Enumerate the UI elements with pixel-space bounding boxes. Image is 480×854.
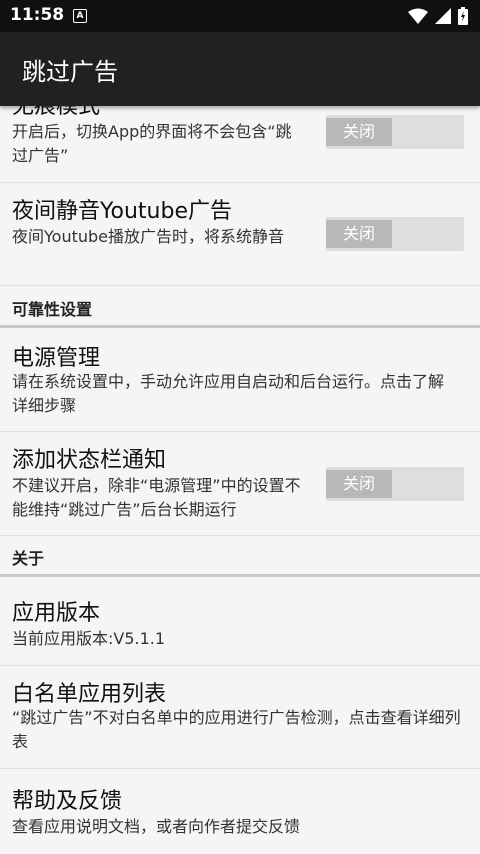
setting-desc: “跳过广告”不对白名单中的应用进行广告检测，点击查看详细列表	[12, 708, 461, 751]
setting-desc: 夜间Youtube播放广告时，将系统静音	[12, 227, 284, 246]
wifi-icon	[408, 8, 428, 24]
status-icons	[408, 7, 468, 25]
section-header-reliability: 可靠性设置	[12, 300, 93, 319]
status-bar: 11:58 A	[0, 0, 480, 32]
setting-title: 添加状态栏通知	[12, 448, 167, 473]
setting-title: 帮助及反馈	[12, 789, 123, 814]
setting-desc: 当前应用版本:V5.1.1	[12, 629, 166, 648]
setting-row-mute-youtube[interactable]: 夜间静音Youtube广告 夜间Youtube播放广告时，将系统静音 关闭	[0, 183, 480, 286]
status-notification-toggle[interactable]: 关闭	[326, 467, 464, 501]
app-title: 跳过广告	[22, 58, 118, 86]
setting-title: 无痕模式	[12, 106, 101, 119]
setting-title: 应用版本	[12, 601, 101, 626]
setting-row-incognito[interactable]: 无痕模式 开启后，切换App的界面将不会包含“跳过广告” 关闭	[0, 106, 480, 183]
signal-icon	[435, 8, 451, 24]
setting-row-app-version[interactable]: 应用版本 当前应用版本:V5.1.1	[0, 577, 480, 666]
setting-title: 夜间静音Youtube广告	[12, 199, 232, 224]
setting-desc: 请在系统设置中，手动允许应用自启动和后台运行。点击了解详细步骤	[12, 372, 445, 415]
setting-row-power-management[interactable]: 电源管理 请在系统设置中，手动允许应用自启动和后台运行。点击了解详细步骤	[0, 328, 480, 432]
app-bar: 跳过广告	[0, 32, 480, 106]
setting-row-help-feedback[interactable]: 帮助及反馈 查看应用说明文档，或者向作者提交反馈	[0, 769, 480, 854]
setting-row-status-notification[interactable]: 添加状态栏通知 不建议开启，除非“电源管理”中的设置不能维持“跳过广告”后台长期…	[0, 432, 480, 536]
settings-list[interactable]: 无痕模式 开启后，切换App的界面将不会包含“跳过广告” 关闭 夜间静音Yout…	[0, 106, 480, 854]
toggle-thumb: 关闭	[326, 220, 392, 248]
setting-row-whitelist[interactable]: 白名单应用列表 “跳过广告”不对白名单中的应用进行广告检测，点击查看详细列表	[0, 666, 480, 769]
section-header-about: 关于	[12, 549, 45, 568]
setting-title: 白名单应用列表	[12, 682, 167, 707]
battery-icon	[458, 7, 468, 25]
setting-desc: 不建议开启，除非“电源管理”中的设置不能维持“跳过广告”后台长期运行	[12, 476, 301, 519]
setting-desc: 查看应用说明文档，或者向作者提交反馈	[12, 817, 301, 836]
toggle-thumb: 关闭	[326, 470, 392, 498]
notification-app-icon: A	[73, 9, 87, 23]
setting-title: 电源管理	[12, 346, 101, 371]
incognito-toggle[interactable]: 关闭	[326, 115, 464, 149]
status-time: 11:58	[10, 5, 65, 25]
toggle-thumb: 关闭	[326, 118, 392, 146]
mute-youtube-toggle[interactable]: 关闭	[326, 217, 464, 251]
setting-desc: 开启后，切换App的界面将不会包含“跳过广告”	[12, 122, 292, 165]
